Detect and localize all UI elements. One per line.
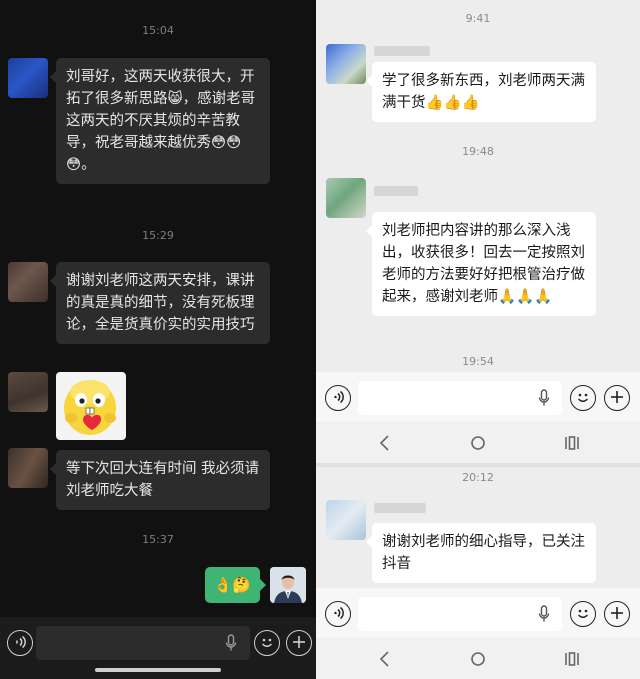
plus-icon[interactable] bbox=[604, 601, 630, 627]
avatar[interactable] bbox=[8, 262, 48, 302]
sender-name-blurred bbox=[374, 503, 426, 513]
avatar[interactable] bbox=[8, 58, 48, 98]
message-bubble: 等下次回大连有时间 我必须请刘老师吃大餐 bbox=[50, 450, 270, 510]
message-bubble: 学了很多新东西，刘老师两天满满干货👍👍👍 bbox=[366, 62, 596, 122]
timestamp: 15:29 bbox=[142, 229, 174, 242]
microphone-icon[interactable] bbox=[225, 634, 237, 652]
plus-icon[interactable] bbox=[604, 385, 630, 411]
input-bar bbox=[316, 588, 640, 640]
plus-icon[interactable] bbox=[286, 630, 312, 656]
sender-name-blurred bbox=[374, 46, 430, 56]
emoji-icon[interactable] bbox=[570, 385, 596, 411]
message-input[interactable] bbox=[358, 381, 562, 415]
self-avatar[interactable] bbox=[270, 567, 306, 603]
message-bubble: 刘老师把内容讲的那么深入浅出，收获很多！回去一定按照刘老师的方法要好好把根管治疗… bbox=[366, 212, 596, 316]
message-bubble: 刘哥好，这两天收获很大，开拓了很多新思路😸，感谢老哥这两天的不厌其烦的辛苦教导，… bbox=[50, 58, 270, 184]
voice-icon[interactable] bbox=[7, 630, 33, 656]
avatar[interactable] bbox=[326, 44, 366, 84]
timestamp: 19:48 bbox=[462, 145, 494, 158]
input-bar bbox=[316, 372, 640, 424]
emoji-icon[interactable] bbox=[254, 630, 280, 656]
screenshot-divider bbox=[316, 463, 640, 467]
system-nav-bar bbox=[316, 422, 640, 466]
emoji-icon[interactable] bbox=[570, 601, 596, 627]
voice-icon[interactable] bbox=[325, 385, 351, 411]
avatar[interactable] bbox=[326, 178, 366, 218]
timestamp: 19:54 bbox=[462, 355, 494, 368]
recents-icon[interactable] bbox=[560, 433, 584, 459]
avatar[interactable] bbox=[8, 372, 48, 412]
sticker-image[interactable] bbox=[56, 372, 126, 440]
voice-icon[interactable] bbox=[325, 601, 351, 627]
message-input[interactable] bbox=[358, 597, 562, 631]
dark-chat-screenshot: 15:04 刘哥好，这两天收获很大，开拓了很多新思路😸，感谢老哥这两天的不厌其烦… bbox=[0, 0, 316, 679]
timestamp: 20:12 bbox=[462, 471, 494, 484]
back-icon[interactable] bbox=[373, 649, 397, 675]
home-icon[interactable] bbox=[466, 649, 490, 675]
avatar[interactable] bbox=[326, 500, 366, 540]
sender-name-blurred bbox=[374, 186, 418, 196]
message-bubble: 谢谢刘老师的细心指导，已关注抖音 bbox=[366, 523, 596, 583]
timestamp: 15:37 bbox=[142, 533, 174, 546]
microphone-icon[interactable] bbox=[538, 389, 550, 407]
timestamp: 15:04 bbox=[142, 24, 174, 37]
home-indicator[interactable] bbox=[95, 668, 221, 672]
timestamp: 9:41 bbox=[465, 12, 491, 25]
recents-icon[interactable] bbox=[560, 649, 584, 675]
message-input[interactable] bbox=[36, 626, 250, 660]
own-message-bubble: 👌🤔 bbox=[204, 567, 267, 603]
message-bubble: 谢谢刘老师这两天安排，课讲的真是真的细节，没有死板理论，全是货真价实的实用技巧 bbox=[50, 262, 270, 344]
light-chat-screenshots: 9:41 学了很多新东西，刘老师两天满满干货👍👍👍 19:48 刘老师把内容讲的… bbox=[316, 0, 640, 679]
back-icon[interactable] bbox=[373, 433, 397, 459]
avatar[interactable] bbox=[8, 448, 48, 488]
person-icon bbox=[270, 567, 306, 603]
home-icon[interactable] bbox=[466, 433, 490, 459]
sticker-face-icon bbox=[64, 380, 116, 435]
system-nav-bar bbox=[316, 638, 640, 679]
microphone-icon[interactable] bbox=[538, 605, 550, 623]
